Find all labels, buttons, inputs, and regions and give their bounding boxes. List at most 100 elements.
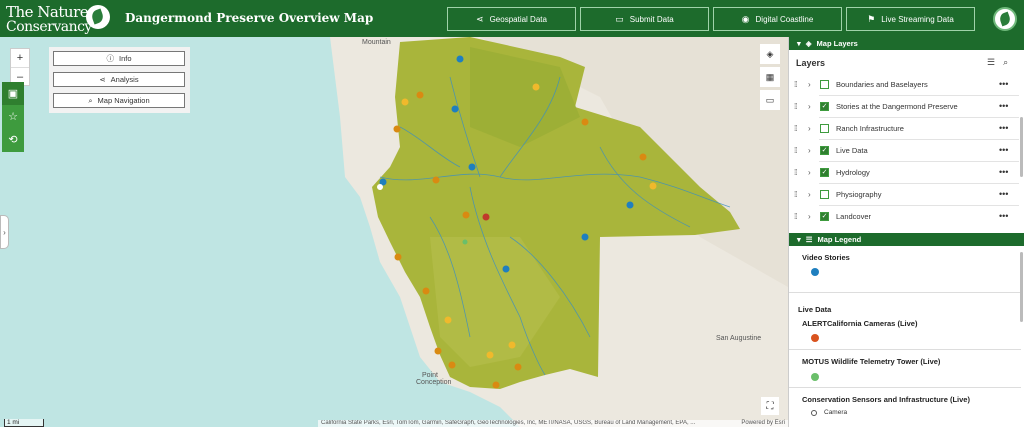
analysis-label: Analysis (110, 75, 139, 84)
more-options-icon[interactable]: ••• (999, 211, 1008, 221)
layers-scrollbar[interactable] (1020, 117, 1023, 177)
more-options-icon[interactable]: ••• (999, 123, 1008, 133)
more-options-icon[interactable]: ••• (999, 167, 1008, 177)
map-pin-icon: ◉ (741, 13, 750, 24)
collapse-panel-button[interactable]: › (0, 215, 9, 249)
chevron-right-icon[interactable]: › (808, 190, 820, 199)
layer-name: Stories at the Dangermond Preserve (836, 101, 958, 111)
tnc-leaf-logo[interactable] (993, 7, 1017, 31)
layer-row-landcover[interactable]: ⁞⁞ › ✓ Landcover ••• (789, 205, 1021, 227)
map-layers-label: Map Layers (816, 39, 858, 48)
app-header: The Nature Conservancy Dangermond Preser… (0, 0, 1024, 37)
legend-icon[interactable]: ▣ (2, 82, 24, 105)
powered-by-esri[interactable]: Powered by Esri (741, 420, 785, 427)
map-actions-panel: ⓘ Info ⋖ Analysis ⌕ Map Navigation (49, 47, 190, 113)
chevron-right-icon[interactable]: › (808, 212, 820, 221)
layer-checkbox[interactable]: ✓ (820, 167, 829, 177)
map-view[interactable]: Mountain San Augustine Point Conception … (0, 37, 788, 427)
flag-icon: ⚑ (867, 13, 876, 24)
divider (789, 387, 1021, 388)
drag-handle-icon[interactable]: ⁞⁞ (794, 146, 808, 155)
map-label-conception: Conception (416, 379, 452, 386)
tnc-logo[interactable]: The Nature Conservancy (4, 3, 110, 35)
drag-handle-icon[interactable]: ⁞⁞ (794, 102, 808, 111)
layer-name: Live Data (836, 145, 868, 155)
map-legend-header[interactable]: ▾ ☰ Map Legend (789, 233, 1024, 246)
layer-row-physiography[interactable]: ⁞⁞ › Physiography ••• (789, 183, 1021, 205)
map-layers-header[interactable]: ▾ ◈ Map Layers (789, 37, 1024, 50)
info-icon: ⓘ (106, 54, 114, 63)
map-label-point: Point (422, 372, 438, 379)
legend-camera-label: Camera (824, 409, 848, 416)
legend-live-data: Live Data (798, 305, 832, 314)
qr-code-icon[interactable]: ▦ (760, 67, 780, 87)
layer-row-ranch[interactable]: ⁞⁞ › Ranch Infrastructure ••• (789, 117, 1021, 139)
fire-camera-icon (811, 334, 819, 342)
check-circle-icon (811, 373, 819, 381)
zoom-in-button[interactable]: + (11, 49, 29, 67)
logo-line2: Conservancy (6, 19, 92, 35)
nav-label: Geospatial Data (489, 14, 547, 24)
attribution-text: California State Parks, Esri, TomTom, Ga… (321, 420, 696, 426)
fullscreen-button[interactable]: ⛶ (761, 397, 779, 415)
chevron-right-icon[interactable]: › (808, 80, 820, 89)
layer-checkbox[interactable] (820, 189, 829, 199)
more-options-icon[interactable]: ••• (999, 101, 1008, 111)
camera-icon (811, 410, 817, 416)
drag-handle-icon[interactable]: ⁞⁞ (794, 212, 808, 221)
more-options-icon[interactable]: ••• (999, 189, 1008, 199)
map-tools: ◈ ▦ ▭ (760, 44, 782, 113)
layers-title: Layers (796, 58, 826, 68)
star-icon[interactable]: ☆ (2, 105, 24, 128)
divider (789, 349, 1021, 350)
info-label: Info (118, 54, 132, 63)
bookmark-icon[interactable]: ⟲ (2, 128, 24, 151)
chevron-right-icon[interactable]: › (808, 146, 820, 155)
live-streaming-data-button[interactable]: ⚑ Live Streaming Data (846, 7, 975, 31)
layer-name: Boundaries and Baselayers (836, 79, 928, 89)
layer-checkbox[interactable]: ✓ (820, 211, 829, 221)
drag-handle-icon[interactable]: ⁞⁞ (794, 190, 808, 199)
more-options-icon[interactable]: ••• (999, 79, 1008, 89)
more-options-icon[interactable]: ••• (999, 145, 1008, 155)
digital-coastline-button[interactable]: ◉ Digital Coastline (713, 7, 842, 31)
layer-row-hydrology[interactable]: ⁞⁞ › ✓ Hydrology ••• (789, 161, 1021, 183)
layer-checkbox[interactable]: ✓ (820, 145, 829, 155)
layer-row-stories[interactable]: ⁞⁞ › ✓ Stories at the Dangermond Preserv… (789, 95, 1021, 117)
geospatial-data-button[interactable]: ⋖ Geospatial Data (447, 7, 576, 31)
map-navigation-button[interactable]: ⌕ Map Navigation (53, 93, 185, 108)
drag-handle-icon[interactable]: ⁞⁞ (794, 168, 808, 177)
submit-data-button[interactable]: ▭ Submit Data (580, 7, 709, 31)
layers-icon[interactable]: ◈ (760, 44, 780, 64)
layer-checkbox[interactable] (820, 123, 829, 133)
filter-list-icon[interactable]: ☰ (987, 57, 995, 68)
legend-motus: MOTUS Wildlife Telemetry Tower (Live) (802, 357, 941, 366)
share-nodes-icon: ⋖ (476, 13, 484, 24)
page-title: Dangermond Preserve Overview Map (125, 11, 374, 25)
measure-icon[interactable]: ▭ (760, 90, 780, 110)
attribution-bar: California State Parks, Esri, TomTom, Ga… (318, 420, 788, 427)
divider (789, 292, 1021, 293)
chevron-down-icon: ▾ (797, 235, 801, 244)
chevron-right-icon[interactable]: › (808, 168, 820, 177)
layer-row-live-data[interactable]: ⁞⁞ › ✓ Live Data ••• (789, 139, 1021, 161)
legend-sensors: Conservation Sensors and Infrastructure … (802, 395, 970, 404)
layer-checkbox[interactable]: ✓ (820, 101, 829, 111)
legend-alert-cameras: ALERTCalifornia Cameras (Live) (802, 319, 918, 328)
analysis-button[interactable]: ⋖ Analysis (53, 72, 185, 87)
chevron-right-icon[interactable]: › (808, 124, 820, 133)
leaf-icon (86, 5, 110, 29)
search-icon[interactable]: ⌕ (1003, 57, 1008, 68)
right-sidebar: ▾ ◈ Map Layers Layers ☰ ⌕ ⁞⁞ › Boundarie… (788, 37, 1024, 427)
left-toolbar: ▣ ☆ ⟲ (2, 82, 24, 152)
layer-checkbox[interactable] (820, 79, 829, 89)
chevron-right-icon[interactable]: › (808, 102, 820, 111)
folder-icon: ▭ (615, 13, 624, 24)
layer-row-boundaries[interactable]: ⁞⁞ › Boundaries and Baselayers ••• (789, 73, 1021, 95)
drag-handle-icon[interactable]: ⁞⁞ (794, 124, 808, 133)
share-nodes-icon: ⋖ (99, 75, 106, 84)
info-button[interactable]: ⓘ Info (53, 51, 185, 66)
drag-handle-icon[interactable]: ⁞⁞ (794, 80, 808, 89)
legend-scrollbar[interactable] (1020, 252, 1023, 322)
layer-name: Hydrology (836, 167, 870, 177)
